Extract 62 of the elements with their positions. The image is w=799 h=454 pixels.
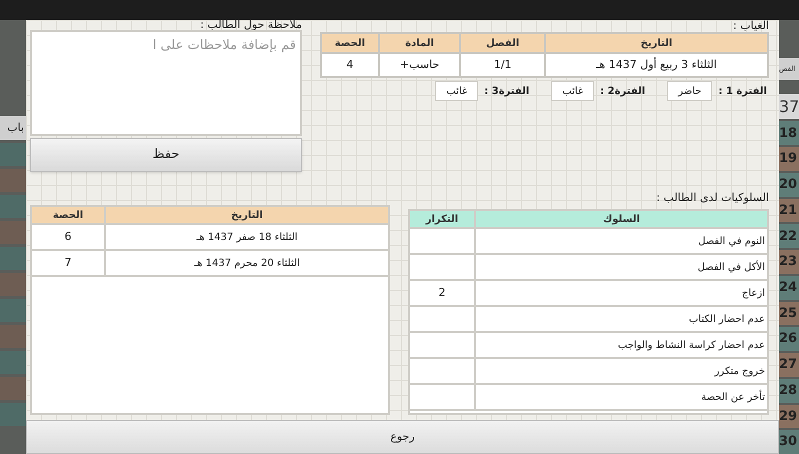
column-header: الحصة (32, 207, 104, 223)
period-value: غائب (435, 81, 478, 101)
table-cell: 7 (32, 251, 104, 275)
row-number: 20 (779, 172, 799, 197)
row-number: 29 (779, 404, 799, 428)
row-number: 26 (779, 327, 799, 352)
row-number: 28 (779, 378, 799, 403)
table-cell: 2 (410, 281, 474, 305)
section-label: السلوكيات لدى الطالب : (656, 192, 769, 204)
column-header: التاريخ (546, 34, 767, 52)
row-number: 22 (779, 224, 799, 248)
column-header: التاريخ (106, 207, 388, 223)
column-header: الفصل (461, 34, 544, 52)
table-cell: الثلثاء 3 ربيع أول 1437 هـ (546, 54, 767, 76)
note-field[interactable]: قم بإضافة ملاحظات على ا (30, 30, 302, 136)
period-value: غائب (551, 81, 594, 101)
column-header: المادة (380, 34, 460, 52)
row-number: 25 (779, 302, 799, 326)
row-number: 19 (779, 147, 799, 171)
column-header: التكرار (410, 211, 474, 227)
row-tile (0, 377, 26, 400)
period-label: الفترة3 : (484, 84, 530, 98)
table-cell: الثلثاء 18 صفر 1437 هـ (106, 225, 388, 249)
cell-number: 37 (779, 94, 799, 120)
table-cell: النوم في الفصل (476, 229, 767, 253)
row-number: 30 (779, 430, 799, 454)
row-number: 23 (779, 250, 799, 274)
table-cell: ازعاج (476, 281, 767, 305)
save-button[interactable]: حفظ (30, 138, 302, 172)
row-tile (0, 299, 26, 322)
row-tile (0, 247, 26, 270)
table-cell: 6 (32, 225, 104, 249)
table-cell: الأكل في الفصل (476, 255, 767, 279)
back-button[interactable]: رجوع (26, 420, 779, 454)
row-tile (0, 195, 26, 218)
row-tile (0, 351, 26, 374)
period-label: الفترة2 : (600, 84, 646, 98)
row-number: 18 (779, 121, 799, 146)
table-cell: عدم احضار الكتاب (476, 307, 767, 331)
row-tile (0, 403, 26, 426)
period-value: حاضر (667, 81, 712, 101)
table-cell: عدم احضار كراسة النشاط والواجب (476, 333, 767, 357)
row-tile (0, 325, 26, 348)
table-cell: خروج متكرر (476, 359, 767, 383)
row-tile (0, 273, 26, 296)
table-cell: 4 (322, 54, 378, 76)
period-label: الفترة 1 : (718, 84, 767, 98)
section-label: ملاحظة حول الطالب : (200, 20, 302, 30)
table-cell: الثلثاء 20 محرم 1437 هـ (106, 251, 388, 275)
table-cell: تأخر عن الحصة (476, 385, 767, 409)
column-header: السلوك (476, 211, 767, 227)
table-cell: 1/1 (461, 54, 544, 76)
row-number: 21 (779, 198, 799, 222)
row-tile (0, 169, 26, 192)
row-tile (0, 143, 26, 166)
section-label: الغياب : (733, 20, 769, 32)
row-number: 24 (779, 276, 799, 300)
row-tile (0, 221, 26, 244)
column-header: الحصة (322, 34, 378, 52)
table-cell: حاسب+ (380, 54, 460, 76)
column-header: باب (0, 116, 26, 140)
row-number: 27 (779, 353, 799, 377)
